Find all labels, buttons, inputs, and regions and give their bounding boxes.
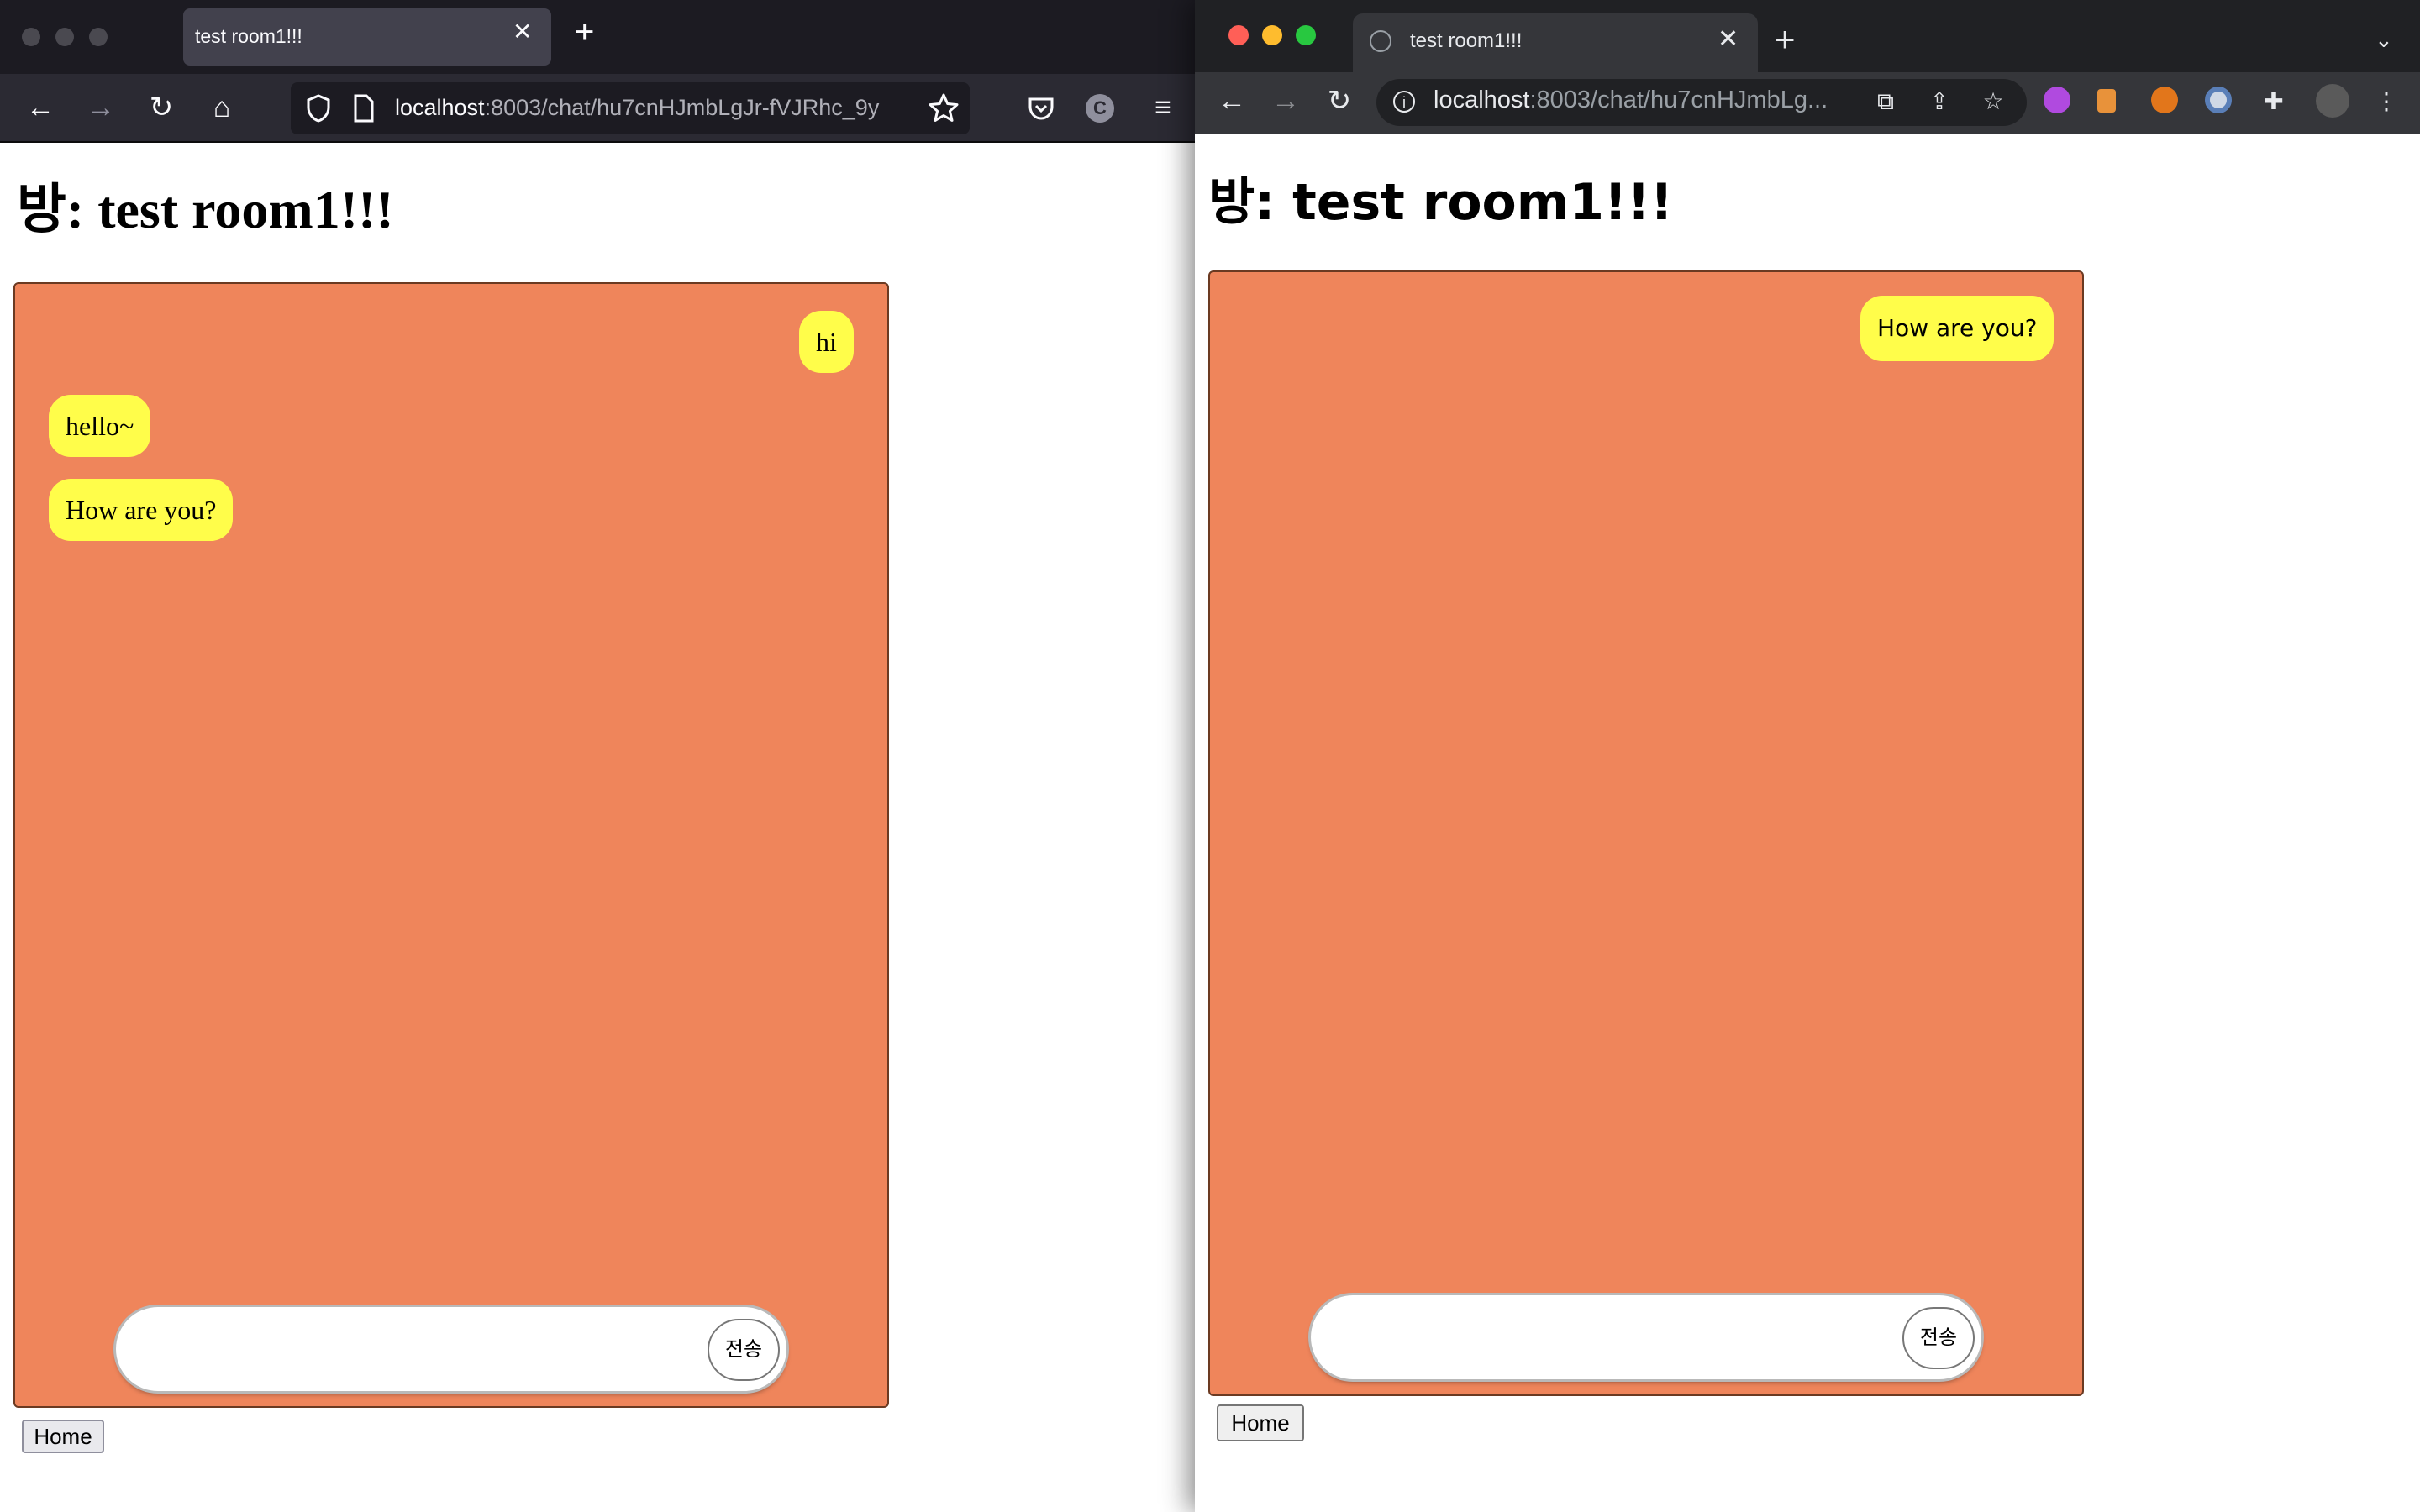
left-tracking-protection-shield-icon[interactable] — [306, 94, 331, 123]
left-pocket-icon[interactable] — [1027, 94, 1055, 123]
right-share-icon[interactable]: ⇪ — [1923, 87, 1956, 116]
right-tab-globe-icon — [1370, 30, 1392, 52]
left-tab-close-icon[interactable]: ✕ — [513, 20, 532, 44]
right-tab-search-chevron-icon[interactable]: ⌄ — [2375, 27, 2393, 53]
right-forward-icon[interactable]: → — [1267, 84, 1304, 118]
right-extension-tag-icon[interactable] — [2097, 89, 2116, 113]
right-site-info-icon[interactable]: i — [1393, 91, 1415, 113]
right-extension-lr-icon[interactable] — [2044, 87, 2070, 113]
right-tab-close-icon[interactable]: ✕ — [1718, 27, 1739, 52]
right-zoom-window-button[interactable] — [1296, 25, 1316, 45]
left-account-avatar-icon[interactable]: C — [1086, 94, 1114, 123]
right-profile-avatar[interactable] — [2316, 84, 2349, 118]
left-tab-strip — [0, 0, 1195, 74]
right-new-tab-icon[interactable]: + — [1775, 22, 1796, 57]
left-home-button[interactable]: Home — [22, 1420, 104, 1453]
right-minimize-window-button[interactable] — [1262, 25, 1282, 45]
left-send-button[interactable]: 전송 — [708, 1319, 780, 1381]
right-message-bubble-sent: How are you? — [1860, 296, 2054, 361]
left-close-window-button[interactable] — [22, 28, 40, 46]
left-forward-icon[interactable]: → — [82, 91, 119, 124]
right-tab-title: test room1!!! — [1410, 29, 1523, 52]
left-home-icon[interactable]: ⌂ — [203, 91, 240, 124]
right-back-icon[interactable]: ← — [1213, 84, 1250, 118]
left-bookmark-star-icon[interactable] — [928, 92, 960, 124]
right-bookmark-star-icon[interactable]: ☆ — [1976, 87, 2010, 116]
right-home-button[interactable]: Home — [1217, 1404, 1304, 1441]
right-chat-box — [1208, 270, 2084, 1396]
right-extension-ring-icon[interactable] — [2205, 87, 2232, 113]
right-message-input[interactable] — [1311, 1295, 1981, 1379]
right-reload-icon[interactable]: ↻ — [1321, 84, 1358, 118]
right-translate-icon[interactable]: ⧉ — [1869, 87, 1902, 116]
left-message-input[interactable] — [116, 1307, 786, 1391]
right-send-button[interactable]: 전송 — [1902, 1307, 1975, 1369]
right-close-window-button[interactable] — [1228, 25, 1249, 45]
left-tab-title: test room1!!! — [195, 25, 302, 47]
left-zoom-window-button[interactable] — [89, 28, 108, 46]
right-browser-window: test room1!!! ✕ + ⌄ ← → ↻ i localhost:80… — [1195, 0, 2420, 1512]
right-menu-icon[interactable]: ⋮ — [2370, 87, 2403, 116]
left-chat-box — [13, 282, 889, 1408]
left-reload-icon[interactable]: ↻ — [143, 91, 180, 124]
left-new-tab-icon[interactable]: + — [575, 15, 594, 49]
left-message-bubble-received: How are you? — [49, 479, 234, 541]
left-page-info-icon[interactable] — [353, 94, 375, 123]
left-url-text: localhost:8003/chat/hu7cnHJmbLgJr-fVJRhc… — [395, 95, 880, 120]
left-message-bubble-received: hello~ — [49, 395, 151, 457]
left-message-bubble-sent: hi — [799, 311, 854, 373]
left-page-title: 방: test room1!!! — [17, 180, 394, 239]
right-extensions-puzzle-icon[interactable]: ✚ — [2257, 87, 2291, 116]
left-browser-window: test room1!!! ✕ + ← → ↻ ⌂ localhost:8003… — [0, 0, 1195, 1512]
right-metamask-icon[interactable] — [2151, 87, 2178, 113]
left-menu-icon[interactable]: ≡ — [1144, 91, 1181, 124]
right-page-title: 방: test room1!!! — [1208, 173, 1674, 232]
left-minimize-window-button[interactable] — [55, 28, 74, 46]
left-back-icon[interactable]: ← — [22, 91, 59, 124]
